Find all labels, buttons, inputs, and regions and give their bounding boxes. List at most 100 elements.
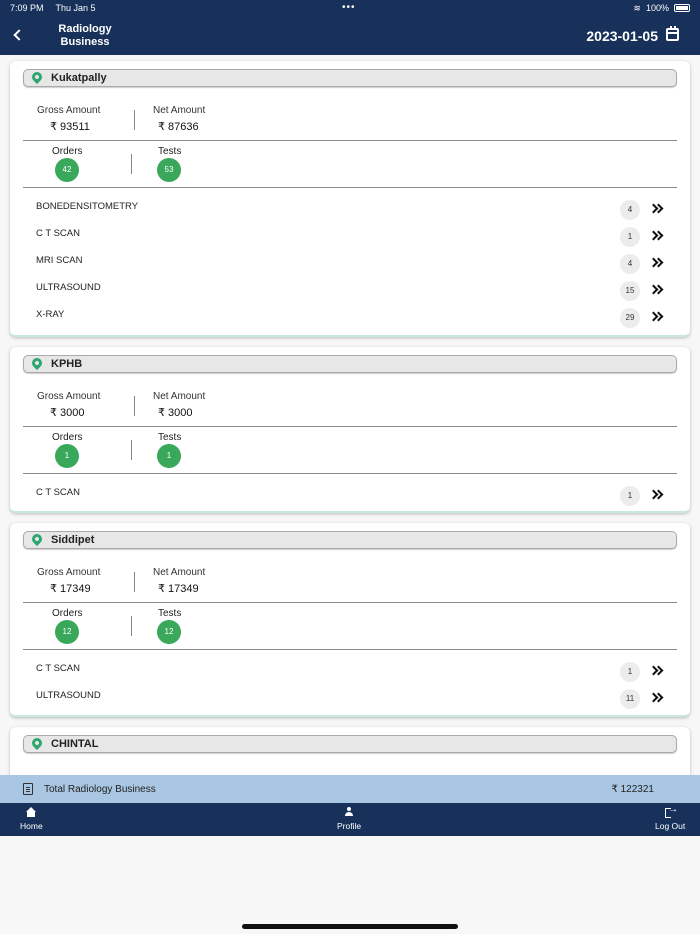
battery-percent: 100% <box>645 3 669 13</box>
total-value: ₹ 122321 <box>611 784 654 795</box>
test-count-badge: 1 <box>620 227 640 247</box>
app-header: Radiology Business 2023-01-05 <box>0 16 700 55</box>
status-time: 7:09 PM <box>10 3 44 13</box>
test-row[interactable]: BONEDENSITOMETRY 4 <box>36 198 676 220</box>
test-name: ULTRASOUND <box>36 690 101 701</box>
double-chevron-right-icon[interactable] <box>649 201 665 217</box>
calendar-icon[interactable] <box>666 26 679 41</box>
location-list[interactable]: Kukatpally Gross Amount ₹ 93511 Net Amou… <box>0 55 700 775</box>
orders-count: 1 <box>55 444 79 468</box>
divider <box>23 426 677 427</box>
orders-count: 12 <box>55 620 79 644</box>
double-chevron-right-icon[interactable] <box>649 255 665 271</box>
location-card: KPHB Gross Amount ₹ 3000 Net Amount ₹ 30… <box>10 347 690 513</box>
orders-count: 42 <box>55 158 79 182</box>
test-row[interactable]: C T SCAN 1 <box>36 225 676 247</box>
test-name: BONEDENSITOMETRY <box>36 201 139 212</box>
test-count-badge: 1 <box>620 662 640 682</box>
orders-label: Orders <box>52 432 83 443</box>
test-name: C T SCAN <box>36 487 80 498</box>
map-pin-icon <box>29 735 45 751</box>
gross-amount-value: ₹ 3000 <box>50 407 85 419</box>
divider <box>23 473 677 474</box>
map-pin-icon <box>29 531 45 547</box>
profile-icon <box>344 807 354 819</box>
test-name: C T SCAN <box>36 663 80 674</box>
test-count-badge: 29 <box>620 308 640 328</box>
test-count-badge: 15 <box>620 281 640 301</box>
back-icon[interactable] <box>12 26 26 44</box>
location-name: Siddipet <box>51 534 95 546</box>
net-amount-value: ₹ 87636 <box>158 121 199 133</box>
net-amount-label: Net Amount <box>153 567 206 578</box>
gross-amount-label: Gross Amount <box>37 105 101 116</box>
divider <box>131 440 132 460</box>
location-header: Kukatpally <box>23 69 677 87</box>
bottom-tab-bar: Home Profile Log Out <box>0 803 700 836</box>
orders-label: Orders <box>52 608 83 619</box>
test-row[interactable]: ULTRASOUND 11 <box>36 687 676 709</box>
test-name: X-RAY <box>36 309 65 320</box>
test-row[interactable]: ULTRASOUND 15 <box>36 279 676 301</box>
tests-label: Tests <box>158 608 182 619</box>
multitask-dots-icon[interactable]: ••• <box>342 2 356 13</box>
net-amount-value: ₹ 3000 <box>158 407 193 419</box>
location-name: KPHB <box>51 358 83 370</box>
tab-home[interactable]: Home <box>20 807 43 831</box>
net-amount-label: Net Amount <box>153 105 206 116</box>
tab-profile-label: Profile <box>337 821 362 831</box>
test-row[interactable]: C T SCAN 1 <box>36 484 676 506</box>
test-row[interactable]: C T SCAN 1 <box>36 660 676 682</box>
gross-amount-value: ₹ 93511 <box>50 121 90 133</box>
battery-icon <box>674 4 690 12</box>
tab-profile[interactable]: Profile <box>337 807 361 831</box>
tests-count: 53 <box>157 158 181 182</box>
double-chevron-right-icon[interactable] <box>649 663 665 679</box>
divider <box>131 616 132 636</box>
tab-logout-label: Log Out <box>655 821 686 831</box>
tests-count: 1 <box>157 444 181 468</box>
status-date: Thu Jan 5 <box>55 3 96 13</box>
double-chevron-right-icon[interactable] <box>649 309 665 325</box>
test-count-badge: 11 <box>620 689 640 709</box>
location-name: CHINTAL <box>51 738 99 750</box>
home-indicator[interactable] <box>242 924 458 929</box>
total-label: Total Radiology Business <box>44 784 156 795</box>
double-chevron-right-icon[interactable] <box>649 487 665 503</box>
divider <box>23 649 677 650</box>
test-row[interactable]: MRI SCAN 4 <box>36 252 676 274</box>
location-name: Kukatpally <box>51 72 107 84</box>
divider <box>23 140 677 141</box>
test-count-badge: 4 <box>620 254 640 274</box>
wifi-icon: ≋ <box>633 2 641 13</box>
selected-date: 2023-01-05 <box>586 28 658 44</box>
divider <box>134 396 135 416</box>
tab-home-label: Home <box>20 821 43 831</box>
location-card: Kukatpally Gross Amount ₹ 93511 Net Amou… <box>10 61 690 337</box>
document-icon <box>23 783 33 795</box>
gross-amount-label: Gross Amount <box>37 567 101 578</box>
status-bar: 7:09 PM Thu Jan 5 ••• ≋ 100% <box>0 0 700 16</box>
orders-label: Orders <box>52 146 83 157</box>
gross-amount-value: ₹ 17349 <box>50 583 91 595</box>
net-amount-label: Net Amount <box>153 391 206 402</box>
map-pin-icon <box>29 69 45 85</box>
gross-amount-label: Gross Amount <box>37 391 101 402</box>
divider <box>134 572 135 592</box>
tab-logout[interactable]: Log Out <box>655 804 686 831</box>
double-chevron-right-icon[interactable] <box>649 228 665 244</box>
divider <box>131 154 132 174</box>
double-chevron-right-icon[interactable] <box>649 282 665 298</box>
double-chevron-right-icon[interactable] <box>649 690 665 706</box>
page-title: Radiology Business <box>58 23 112 48</box>
divider <box>134 110 135 130</box>
logout-icon <box>665 804 678 819</box>
net-amount-value: ₹ 17349 <box>158 583 199 595</box>
total-business-bar: Total Radiology Business ₹ 122321 <box>0 775 700 803</box>
test-row[interactable]: X-RAY 29 <box>36 306 676 328</box>
tests-count: 12 <box>157 620 181 644</box>
test-count-badge: 4 <box>620 200 640 220</box>
test-name: ULTRASOUND <box>36 282 101 293</box>
divider <box>23 187 677 188</box>
test-name: MRI SCAN <box>36 255 83 266</box>
